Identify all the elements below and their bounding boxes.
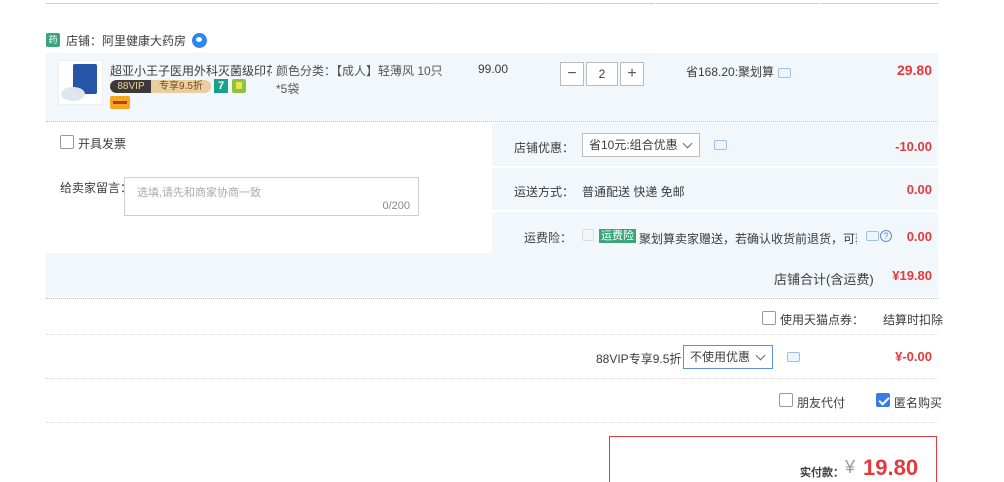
sku-color-value: *5袋 [276, 82, 300, 96]
shop-header: 药 店铺：阿里健康大药房 [46, 30, 208, 50]
product-title[interactable]: 超亚小王子医用外科灭菌级印花... [110, 62, 272, 79]
insurance-label: 运费险： [524, 231, 573, 245]
shop-name[interactable]: 店铺：阿里健康大药房 [66, 32, 186, 49]
vip-offer-select[interactable]: 不使用优惠 [683, 345, 773, 369]
shop-discount-select[interactable]: 省10元:组合优惠 [582, 133, 700, 157]
column-divider [546, 3, 547, 7]
column-divider [655, 3, 656, 7]
shipping-amount: 0.00 [906, 182, 932, 197]
section-divider [46, 121, 938, 122]
anonymous-purchase-checkbox[interactable] [876, 393, 890, 407]
comment-icon[interactable] [778, 68, 791, 78]
insurance-tag: 运费险 [599, 229, 636, 243]
message-char-count: 0/200 [382, 200, 410, 212]
invoice-label: 开具发票 [78, 137, 127, 151]
product-mask-image [61, 87, 85, 101]
quantity-increase-button[interactable]: + [620, 62, 644, 86]
insurance-checkbox[interactable] [582, 229, 594, 241]
medical-insurance-icon [232, 79, 246, 93]
tmall-points-value: 结算时扣除 [883, 313, 944, 327]
friend-pay-label: 朋友代付 [797, 396, 846, 410]
column-divider [819, 3, 820, 7]
item-subtotal: 29.80 [896, 62, 932, 78]
section-divider [46, 298, 938, 299]
chevron-down-icon [755, 350, 766, 361]
column-divider [437, 3, 438, 7]
quantity-decrease-button[interactable]: − [560, 62, 584, 86]
chevron-down-icon [682, 138, 693, 149]
message-label: 给卖家留言： [60, 181, 133, 195]
vip-offer-amount: ¥-0.00 [895, 349, 932, 364]
shop-logo-icon: 药 [46, 33, 60, 47]
vip-badge: 88VIP [110, 80, 152, 93]
vip-offer-label: 88VIP专享9.5折 [596, 352, 682, 366]
seven-day-return-icon: 7 [214, 79, 228, 93]
friend-pay-checkbox[interactable] [779, 393, 793, 407]
top-divider [46, 3, 938, 7]
anonymous-purchase-label: 匿名购买 [894, 396, 943, 410]
quantity-input[interactable]: 2 [586, 62, 618, 86]
tmall-points-label: 使用天猫点券： [780, 313, 865, 327]
payment-amount: 19.80 [863, 455, 919, 480]
credit-card-icon [110, 96, 130, 109]
shipping-value: 普通配送 快递 免邮 [582, 185, 685, 199]
shop-discount-label: 店铺优惠： [514, 141, 575, 155]
payment-currency: ¥ [845, 457, 856, 477]
payment-label: 实付款： [800, 467, 844, 479]
shipping-label: 运送方式： [514, 185, 575, 199]
tmall-points-checkbox[interactable] [762, 311, 776, 325]
insurance-description: 聚划算卖家赠送，若确认收货前退货，可获... [639, 232, 857, 246]
shop-total-label: 店铺合计(含运费) [774, 272, 874, 287]
insurance-amount: 0.00 [906, 229, 932, 244]
unit-price: 99.00 [478, 62, 509, 76]
vip-discount-badge: 专享9.5折 [151, 80, 211, 93]
vip-offer-selected: 不使用优惠 [690, 350, 751, 364]
shop-total-amount: ¥19.80 [892, 268, 932, 283]
comment-icon[interactable] [787, 352, 800, 362]
row-divider [46, 378, 938, 379]
message-placeholder: 选填,请先和商家协商一致 [137, 187, 262, 199]
product-thumbnail[interactable] [58, 60, 103, 105]
row-divider [46, 334, 938, 335]
row-divider [492, 166, 938, 168]
wangwang-chat-icon[interactable] [192, 32, 208, 48]
comment-icon[interactable] [714, 140, 727, 150]
shop-discount-amount: -10.00 [895, 139, 932, 154]
savings-text: 省168.20:聚划算 [686, 65, 775, 79]
row-divider [492, 210, 938, 212]
sku-color-label: 颜色分类：【成人】轻薄风 10只 [276, 64, 443, 78]
invoice-checkbox[interactable] [60, 135, 74, 149]
seller-message-input[interactable]: 选填,请先和商家协商一致 0/200 [124, 177, 419, 216]
payment-summary-box: 实付款： ¥ 19.80 [609, 436, 937, 482]
shop-discount-selected: 省10元:组合优惠 [589, 138, 678, 152]
row-divider [46, 422, 938, 423]
